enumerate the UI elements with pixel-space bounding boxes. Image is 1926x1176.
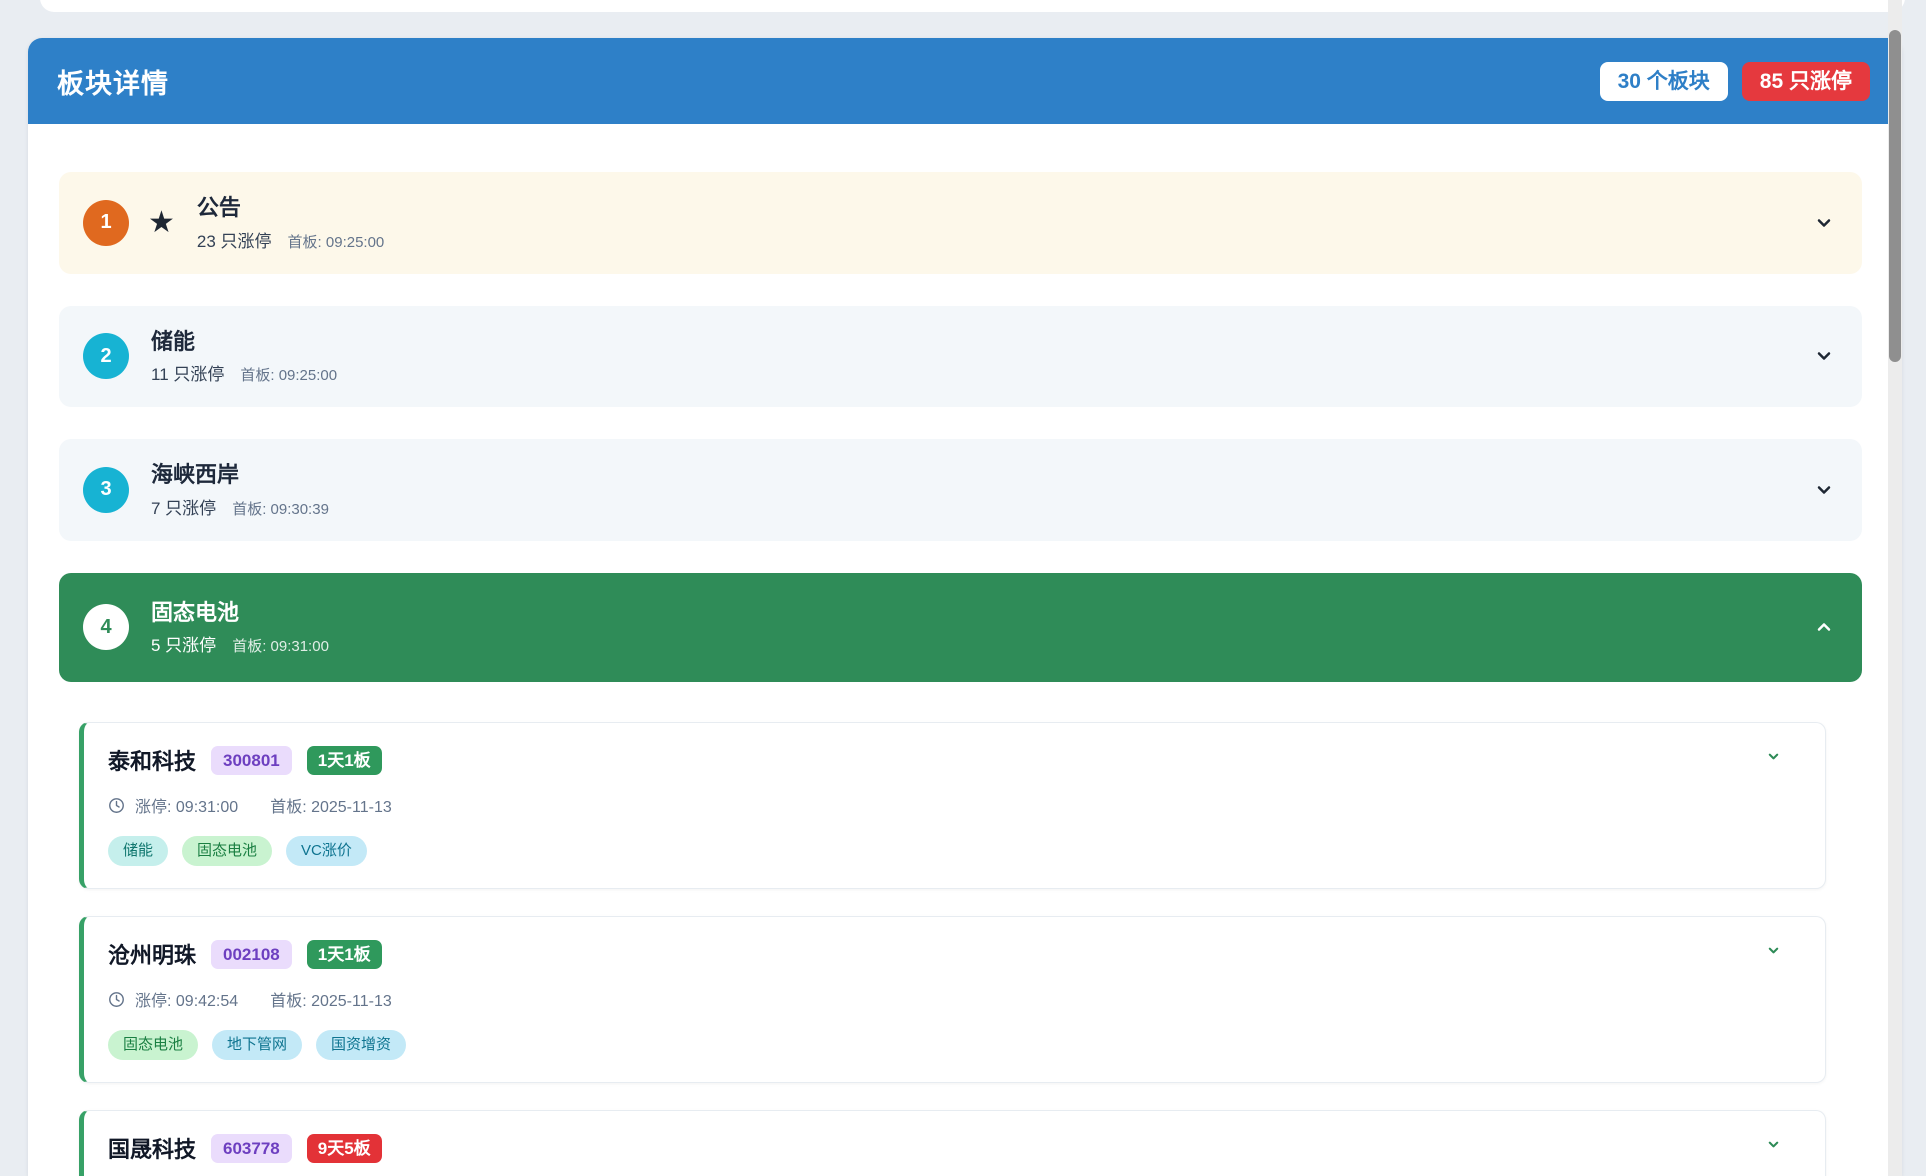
rank-badge: 1 (83, 200, 129, 246)
panel-header: 板块详情 30 个板块 85 只涨停 (28, 38, 1902, 124)
limit-up-count-badge: 85 只涨停 (1742, 62, 1870, 101)
sector-first-board-time: 首板: 09:31:00 (232, 635, 329, 656)
sector-row-haixia-xian[interactable]: 3 海峡西岸 7 只涨停 首板: 09:30:39 (59, 439, 1862, 541)
concept-tags: 固态电池 地下管网 国资增资 (108, 1030, 1799, 1060)
sector-limit-up-count: 23 只涨停 (197, 227, 272, 252)
sector-name: 公告 (197, 194, 384, 222)
limit-up-time: 涨停: 09:42:54 (135, 987, 238, 1011)
sector-first-board-time: 首板: 09:25:00 (240, 364, 337, 385)
clock-icon (108, 797, 125, 814)
chevron-down-icon (1766, 749, 1781, 764)
scrollbar-track[interactable] (1888, 0, 1902, 1176)
previous-card-edge (40, 0, 1905, 12)
first-board-date: 首板: 2025-11-13 (270, 793, 392, 817)
stock-name: 国晟科技 (108, 1132, 196, 1164)
sector-text: 固态电池 5 只涨停 首板: 09:31:00 (151, 599, 329, 657)
stock-card-taihe-keji[interactable]: 泰和科技 300801 1天1板 涨停: 09:31:00 首板: 2025-1… (79, 722, 1826, 889)
sector-list: 1 ★ 公告 23 只涨停 首板: 09:25:00 2 储能 11 只涨停 首… (28, 124, 1902, 1176)
stock-code-badge: 603778 (211, 1134, 292, 1163)
sector-name: 海峡西岸 (151, 461, 329, 489)
sector-row-gonggao[interactable]: 1 ★ 公告 23 只涨停 首板: 09:25:00 (59, 172, 1862, 274)
rank-badge: 2 (83, 333, 129, 379)
concept-tag: 固态电池 (182, 836, 272, 866)
stock-meta: 涨停: 09:31:00 首板: 2025-11-13 (108, 793, 1799, 817)
sector-text: 公告 23 只涨停 首板: 09:25:00 (197, 194, 384, 252)
concept-tag: 固态电池 (108, 1030, 198, 1060)
sector-limit-up-count: 11 只涨停 (151, 360, 224, 385)
sector-row-gutai-dianchi[interactable]: 4 固态电池 5 只涨停 首板: 09:31:00 (59, 573, 1862, 683)
sector-count-badge: 30 个板块 (1600, 62, 1728, 101)
scrollbar-thumb[interactable] (1889, 30, 1901, 362)
chevron-down-icon (1814, 213, 1834, 233)
stock-name: 泰和科技 (108, 744, 196, 776)
chevron-down-icon (1814, 346, 1834, 366)
stock-card-guosheng-keji[interactable]: 国晟科技 603778 9天5板 涨停: 09:45:52 首板: 2025-1… (79, 1110, 1826, 1176)
rank-badge: 3 (83, 467, 129, 513)
stock-name: 沧州明珠 (108, 938, 196, 970)
page-title: 板块详情 (57, 62, 169, 101)
concept-tag: 地下管网 (212, 1030, 302, 1060)
concept-tags: 储能 固态电池 VC涨价 (108, 836, 1799, 866)
sector-limit-up-count: 5 只涨停 (151, 631, 216, 656)
stock-code-badge: 300801 (211, 746, 292, 775)
clock-icon (108, 991, 125, 1008)
header-badges: 30 个板块 85 只涨停 (1600, 62, 1870, 101)
sector-name: 固态电池 (151, 599, 329, 627)
streak-badge: 1天1板 (307, 940, 382, 969)
stock-card-cangzhou-mingzhu[interactable]: 沧州明珠 002108 1天1板 涨停: 09:42:54 首板: 2025-1… (79, 916, 1826, 1083)
sector-row-chuneng[interactable]: 2 储能 11 只涨停 首板: 09:25:00 (59, 306, 1862, 408)
sector-first-board-time: 首板: 09:30:39 (232, 498, 329, 519)
sector-first-board-time: 首板: 09:25:00 (288, 231, 385, 252)
chevron-down-icon (1814, 480, 1834, 500)
sector-detail-panel: 板块详情 30 个板块 85 只涨停 1 ★ 公告 23 只涨停 首板: 09:… (28, 38, 1902, 1176)
stock-meta: 涨停: 09:42:54 首板: 2025-11-13 (108, 987, 1799, 1011)
concept-tag: 储能 (108, 836, 168, 866)
streak-badge: 9天5板 (307, 1134, 382, 1163)
streak-badge: 1天1板 (307, 746, 382, 775)
stock-code-badge: 002108 (211, 940, 292, 969)
star-icon: ★ (148, 208, 175, 238)
sector-text: 海峡西岸 7 只涨停 首板: 09:30:39 (151, 461, 329, 519)
sector-limit-up-count: 7 只涨停 (151, 494, 216, 519)
limit-up-time: 涨停: 09:31:00 (135, 793, 238, 817)
chevron-down-icon (1766, 1137, 1781, 1152)
chevron-up-icon (1814, 617, 1834, 637)
chevron-down-icon (1766, 943, 1781, 958)
sector-text: 储能 11 只涨停 首板: 09:25:00 (151, 328, 337, 386)
concept-tag: 国资增资 (316, 1030, 406, 1060)
concept-tag: VC涨价 (286, 836, 367, 866)
sector-name: 储能 (151, 328, 337, 356)
first-board-date: 首板: 2025-11-13 (270, 987, 392, 1011)
rank-badge: 4 (83, 604, 129, 650)
